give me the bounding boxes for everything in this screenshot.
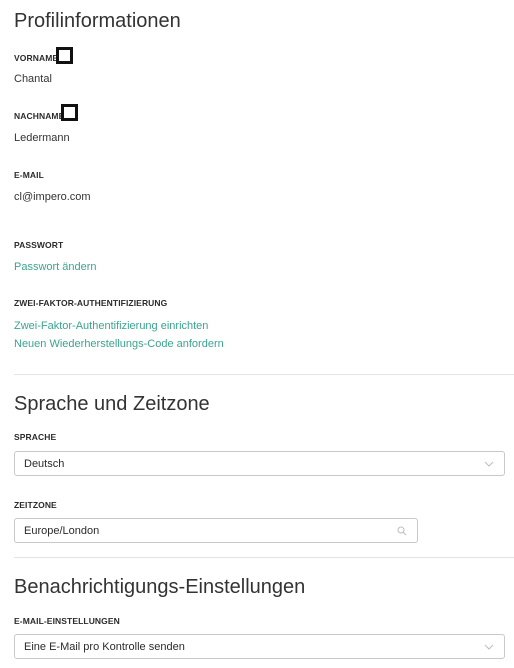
notifications-section-title: Benachrichtigungs-Einstellungen: [14, 576, 306, 598]
language-section-title: Sprache und Zeitzone: [14, 393, 210, 415]
section-divider: [14, 557, 514, 558]
language-select-value: Deutsch: [24, 457, 65, 470]
email-settings-select-value: Eine E-Mail pro Kontrolle senden: [24, 640, 185, 653]
language-select[interactable]: Deutsch: [14, 451, 505, 476]
setup-two-factor-link[interactable]: Zwei-Faktor-Authentifizierung einrichten: [14, 320, 208, 332]
profile-section-title: Profilinformationen: [14, 10, 181, 32]
email-label: E-MAIL: [14, 170, 44, 180]
two-factor-label: ZWEI-FAKTOR-AUTHENTIFIZIERUNG: [14, 298, 168, 308]
search-icon: [397, 526, 407, 536]
timezone-input-value: Europe/London: [24, 524, 100, 537]
first-name-value: Chantal: [14, 73, 52, 85]
first-name-label: VORNAME: [14, 53, 59, 63]
last-name-value: Ledermann: [14, 132, 70, 144]
last-name-label: NACHNAME: [14, 111, 65, 121]
request-recovery-code-link[interactable]: Neuen Wiederherstellungs-Code anfordern: [14, 338, 224, 350]
chevron-down-icon: [484, 461, 494, 467]
language-label: SPRACHE: [14, 432, 57, 442]
timezone-label: ZEITZONE: [14, 500, 57, 510]
email-value: cl@impero.com: [14, 191, 91, 203]
change-password-link[interactable]: Passwort ändern: [14, 261, 97, 273]
chevron-down-icon: [484, 644, 494, 650]
section-divider: [14, 374, 514, 375]
edit-last-name-icon[interactable]: [61, 104, 78, 121]
email-settings-select[interactable]: Eine E-Mail pro Kontrolle senden: [14, 634, 505, 659]
edit-first-name-icon[interactable]: [56, 47, 73, 64]
email-settings-label: E-MAIL-EINSTELLUNGEN: [14, 616, 120, 626]
password-label: PASSWORT: [14, 240, 64, 250]
timezone-search-input[interactable]: Europe/London: [14, 518, 418, 543]
